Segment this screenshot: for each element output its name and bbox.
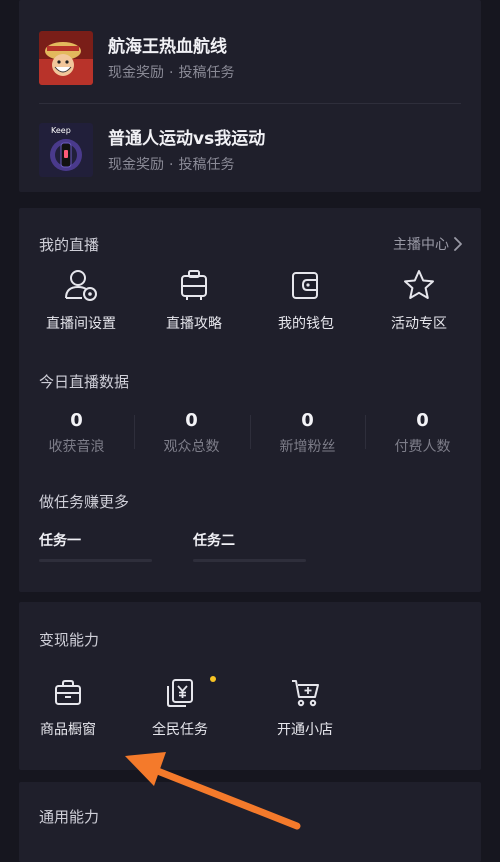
shopping-cart-icon [292, 680, 319, 707]
all-people-tasks-button[interactable]: 全民任务 [125, 678, 235, 739]
task-list-card: 航海王热血航线 现金奖励 · 投稿任务 Keep 普通人运动vs我运动 现金奖励 · 投… [19, 0, 481, 192]
general-abilities-card: 通用能力 [19, 782, 481, 862]
keep-fitness-thumbnail: Keep [39, 123, 93, 177]
task-tab-2[interactable]: 任务二 [193, 530, 235, 550]
task-item[interactable]: Keep 普通人运动vs我运动 现金奖励 · 投稿任务 [39, 123, 461, 179]
product-showcase-button[interactable]: 商品橱窗 [13, 678, 123, 739]
shopping-bag-icon [55, 680, 81, 705]
section-title: 做任务赚更多 [39, 493, 130, 511]
section-title: 今日直播数据 [39, 373, 130, 391]
keep-logo-text: Keep [51, 126, 71, 135]
streamer-center-link[interactable]: 主播中心 [393, 234, 463, 254]
stat-item: 0 付费人数 [394, 410, 451, 455]
activity-zone-button[interactable]: 活动专区 [364, 268, 474, 333]
wallet-icon [292, 272, 318, 299]
task-tab-1[interactable]: 任务一 [39, 530, 81, 550]
stat-item: 0 收获音浪 [48, 410, 105, 455]
task-subtitle: 现金奖励 · 投稿任务 [108, 157, 235, 173]
task-item[interactable]: 航海王热血航线 现金奖励 · 投稿任务 [39, 31, 461, 87]
live-room-settings-button[interactable]: 直播间设置 [26, 268, 136, 333]
notification-dot [210, 676, 216, 682]
my-wallet-button[interactable]: 我的钱包 [251, 268, 361, 333]
section-title: 通用能力 [39, 808, 100, 826]
divider [39, 103, 461, 104]
task-progress-bar [39, 559, 152, 562]
section-title: 我的直播 [39, 236, 100, 254]
my-live-card: 我的直播 主播中心 直播间设置 直播攻略 我的钱包 活动专区 今日直播数据 0 … [19, 208, 481, 592]
task-title: 航海王热血航线 [108, 37, 227, 57]
user-settings-icon [65, 270, 97, 301]
star-icon [404, 270, 434, 299]
guide-icon [181, 270, 207, 300]
task-title: 普通人运动vs我运动 [108, 129, 266, 149]
task-subtitle: 现金奖励 · 投稿任务 [108, 65, 235, 81]
task-progress-bar [193, 559, 306, 562]
chevron-right-icon [454, 237, 462, 251]
stat-item: 0 观众总数 [163, 410, 220, 455]
stat-item: 0 新增粉丝 [279, 410, 336, 455]
section-title: 变现能力 [39, 631, 100, 649]
anime-game-thumbnail [39, 31, 93, 85]
monetization-card: 变现能力 商品橱窗 全民任务 开通小店 [19, 602, 481, 770]
open-shop-button[interactable]: 开通小店 [250, 678, 360, 739]
yuan-task-icon [167, 679, 193, 707]
live-guide-button[interactable]: 直播攻略 [139, 268, 249, 333]
